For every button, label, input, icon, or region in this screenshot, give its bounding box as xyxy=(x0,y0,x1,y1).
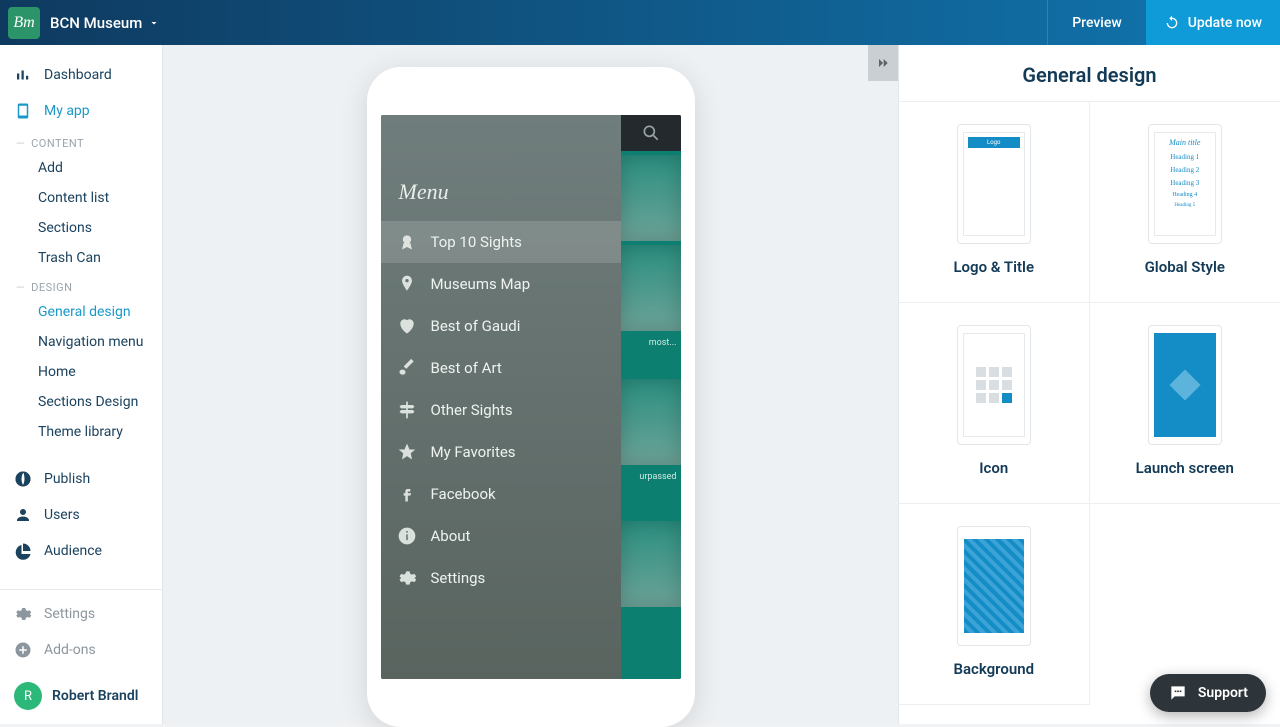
app-name: BCN Museum xyxy=(50,14,142,32)
sidebar-item-sections[interactable]: Sections xyxy=(0,213,162,243)
top-bar: Bm BCN Museum Preview Update now xyxy=(0,0,1280,45)
chevron-down-icon xyxy=(148,17,160,29)
panel-title: General design xyxy=(899,45,1280,102)
sidebar-item-myapp[interactable]: My app xyxy=(0,93,162,129)
sidebar-item-generaldesign[interactable]: General design xyxy=(0,297,162,327)
search-icon xyxy=(641,123,661,143)
search-button[interactable] xyxy=(621,115,681,151)
menu-item-museumsmap[interactable]: Museums Map xyxy=(381,263,621,305)
menu-item-other[interactable]: Other Sights xyxy=(381,389,621,431)
sidebar-item-settings[interactable]: Settings xyxy=(0,596,162,632)
content-strip: most... urpassed xyxy=(621,151,681,679)
menu-title: Menu xyxy=(399,179,449,205)
gear-icon xyxy=(397,568,417,588)
user-name: Robert Brandl xyxy=(52,688,138,704)
menu-item-gaudi[interactable]: Best of Gaudi xyxy=(381,305,621,347)
preview-button[interactable]: Preview xyxy=(1047,0,1146,45)
sidebar-item-navmenu[interactable]: Navigation menu xyxy=(0,327,162,357)
right-panel: General design Logo Logo & Title Main ti… xyxy=(898,45,1280,724)
heart-icon xyxy=(397,316,417,336)
phone-frame: most... urpassed Menu Top 10 Sights Muse… xyxy=(367,67,695,727)
phone-icon xyxy=(14,102,32,120)
menu-item-art[interactable]: Best of Art xyxy=(381,347,621,389)
user-icon xyxy=(14,506,32,524)
chevron-double-right-icon xyxy=(875,55,891,71)
sidebar-group-design: DESIGN xyxy=(0,273,162,297)
preview-canvas: most... urpassed Menu Top 10 Sights Muse… xyxy=(163,45,898,724)
sidebar-item-contentlist[interactable]: Content list xyxy=(0,183,162,213)
sidebar: Dashboard My app CONTENT Add Content lis… xyxy=(0,45,163,724)
support-button[interactable]: Support xyxy=(1150,674,1266,712)
menu-item-about[interactable]: About xyxy=(381,515,621,557)
pin-icon xyxy=(397,274,417,294)
ribbon-icon xyxy=(397,232,417,252)
sidebar-item-themelibrary[interactable]: Theme library xyxy=(0,417,162,447)
sidebar-item-trash[interactable]: Trash Can xyxy=(0,243,162,273)
bar-chart-icon xyxy=(14,66,32,84)
user-menu[interactable]: R Robert Brandl xyxy=(0,668,162,714)
menu-item-settings[interactable]: Settings xyxy=(381,557,621,599)
sidebar-item-home[interactable]: Home xyxy=(0,357,162,387)
app-switcher[interactable]: BCN Museum xyxy=(50,14,160,32)
tile-logo-title[interactable]: Logo Logo & Title xyxy=(899,102,1090,303)
sidebar-item-add[interactable]: Add xyxy=(0,153,162,183)
star-icon xyxy=(397,442,417,462)
facebook-icon xyxy=(397,484,417,504)
menu-item-facebook[interactable]: Facebook xyxy=(381,473,621,515)
sidebar-item-addons[interactable]: Add-ons xyxy=(0,632,162,668)
sidebar-item-users[interactable]: Users xyxy=(0,497,162,533)
chat-icon xyxy=(1168,683,1188,703)
avatar: R xyxy=(14,682,42,710)
sidebar-item-publish[interactable]: Publish xyxy=(0,461,162,497)
signpost-icon xyxy=(397,400,417,420)
sidebar-item-dashboard[interactable]: Dashboard xyxy=(0,57,162,93)
sidebar-item-audience[interactable]: Audience xyxy=(0,533,162,569)
plus-circle-icon xyxy=(14,641,32,659)
menu-item-favorites[interactable]: My Favorites xyxy=(381,431,621,473)
tile-global-style[interactable]: Main title Heading 1 Heading 2 Heading 3… xyxy=(1090,102,1280,303)
update-button[interactable]: Update now xyxy=(1146,0,1280,45)
gear-icon xyxy=(14,605,32,623)
sidebar-group-content: CONTENT xyxy=(0,129,162,153)
tile-launch-screen[interactable]: Launch screen xyxy=(1090,303,1280,504)
app-logo: Bm xyxy=(8,7,40,39)
brush-icon xyxy=(397,358,417,378)
sidebar-item-sectionsdesign[interactable]: Sections Design xyxy=(0,387,162,417)
globe-icon xyxy=(14,470,32,488)
pie-chart-icon xyxy=(14,542,32,560)
menu-item-top10[interactable]: Top 10 Sights xyxy=(381,221,621,263)
collapse-panel-button[interactable] xyxy=(868,45,898,81)
refresh-icon xyxy=(1164,15,1180,31)
tile-background[interactable]: Background xyxy=(899,504,1090,705)
menu-list: Top 10 Sights Museums Map Best of Gaudi … xyxy=(381,221,621,599)
info-icon xyxy=(397,526,417,546)
phone-screen: most... urpassed Menu Top 10 Sights Muse… xyxy=(381,115,681,679)
tile-icon[interactable]: Icon xyxy=(899,303,1090,504)
